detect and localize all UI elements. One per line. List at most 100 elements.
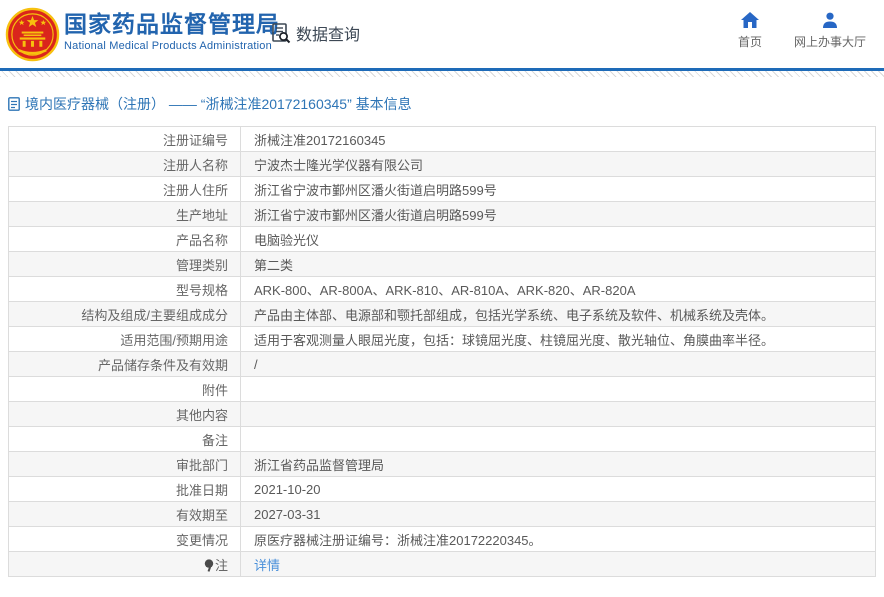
row-value-text: 浙江省宁波市鄞州区潘火街道启明路599号 [254, 207, 497, 223]
table-row: 注册证编号 浙械注准20172160345 [8, 126, 876, 152]
row-value: / [240, 351, 876, 377]
row-label: 适用范围/预期用途 [8, 326, 241, 352]
row-value-text: 电脑验光仪 [254, 232, 320, 248]
row-label: 结构及组成/主要组成成分 [8, 301, 241, 327]
row-value-text: 2027-03-31 [254, 506, 321, 522]
row-value: 原医疗器械注册证编号：浙械注准20172220345。 [240, 526, 876, 552]
row-label: 注册证编号 [8, 126, 241, 152]
row-value: 浙江省宁波市鄞州区潘火街道启明路599号 [240, 201, 876, 227]
table-row: 其他内容 [8, 401, 876, 427]
info-table: 注册证编号 浙械注准20172160345 注册人名称 宁波杰士隆光学仪器有限公司 注册… [8, 126, 876, 577]
national-emblem-logo [5, 7, 60, 62]
brand-block: 国家药品监督管理局 National Medical Products Admi… [64, 11, 280, 52]
row-value-text: / [254, 356, 258, 372]
row-label: 审批部门 [8, 451, 241, 477]
row-value-text: 第二类 [254, 257, 294, 273]
row-label: 附件 [8, 376, 241, 402]
note-pin-icon [204, 558, 214, 572]
row-label-text: 审批部门 [175, 457, 228, 473]
row-label-text: 结构及组成/主要组成成分 [81, 307, 228, 323]
row-value: 浙械注准20172160345 [240, 126, 876, 152]
row-value-text: 适用于客观测量人眼屈光度，包括：球镜屈光度、柱镜屈光度、散光轴位、角膜曲率半径。 [254, 332, 775, 348]
row-label-text: 产品名称 [175, 232, 228, 248]
row-value: 适用于客观测量人眼屈光度，包括：球镜屈光度、柱镜屈光度、散光轴位、角膜曲率半径。 [240, 326, 876, 352]
row-value-text: 宁波杰士隆光学仪器有限公司 [254, 157, 424, 173]
row-label-text: 型号规格 [175, 282, 228, 298]
table-row: 注册人名称 宁波杰士隆光学仪器有限公司 [8, 151, 876, 177]
row-label: 其他内容 [8, 401, 241, 427]
table-row: 批准日期 2021-10-20 [8, 476, 876, 502]
row-label: 注册人住所 [8, 176, 241, 202]
row-label: 备注 [8, 426, 241, 452]
row-value-text: ARK-800、AR-800A、ARK-810、AR-810A、ARK-820、… [254, 282, 636, 298]
row-label-text: 生产地址 [175, 207, 228, 223]
table-row: 产品储存条件及有效期 / [8, 351, 876, 377]
row-label: 管理类别 [8, 251, 241, 277]
row-value: 第二类 [240, 251, 876, 277]
row-value-text: 浙械注准20172160345 [254, 132, 386, 148]
table-row: 注 详情 [8, 551, 876, 577]
row-label-text: 管理类别 [175, 257, 228, 273]
row-label: 变更情况 [8, 526, 241, 552]
row-value-text: 浙江省药品监督管理局 [254, 457, 385, 473]
row-label-text: 变更情况 [175, 532, 228, 548]
document-icon [8, 97, 20, 111]
user-icon [822, 12, 837, 28]
row-value-text: 2021-10-20 [254, 481, 321, 497]
row-label-text: 注册人名称 [162, 157, 228, 173]
row-label: 注册人名称 [8, 151, 241, 177]
table-row: 结构及组成/主要组成成分 产品由主体部、电源部和颚托部组成，包括光学系统、电子系统… [8, 301, 876, 327]
row-value: 产品由主体部、电源部和颚托部组成，包括光学系统、电子系统及软件、机械系统及壳体。 [240, 301, 876, 327]
row-value: ARK-800、AR-800A、ARK-810、AR-810A、ARK-820、… [240, 276, 876, 302]
data-query-label: 数据查询 [296, 27, 361, 44]
table-row: 适用范围/预期用途 适用于客观测量人眼屈光度，包括：球镜屈光度、柱镜屈光度、散光轴… [8, 326, 876, 352]
row-label-text: 注册证编号 [162, 132, 228, 148]
row-label-text: 有效期至 [175, 507, 228, 523]
detail-link[interactable]: 详情 [254, 558, 280, 573]
row-label: 型号规格 [8, 276, 241, 302]
row-value-text: 原医疗器械注册证编号：浙械注准20172220345。 [254, 532, 542, 548]
row-label: 生产地址 [8, 201, 241, 227]
row-label: 批准日期 [8, 476, 241, 502]
site-subtitle: National Medical Products Administration [64, 40, 272, 52]
row-label-text: 批准日期 [175, 482, 228, 498]
row-label: 产品名称 [8, 226, 241, 252]
row-value-text: 浙江省宁波市鄞州区潘火街道启明路599号 [254, 182, 497, 198]
row-label-text: 其他内容 [175, 407, 228, 423]
row-value: 宁波杰士隆光学仪器有限公司 [240, 151, 876, 177]
site-title: 国家药品监督管理局 [64, 11, 280, 37]
row-label-text: 注册人住所 [162, 182, 228, 198]
nav-service-hall[interactable]: 网上办事大厅 [794, 12, 866, 50]
row-label: 产品储存条件及有效期 [8, 351, 241, 377]
row-value: 电脑验光仪 [240, 226, 876, 252]
table-row: 审批部门 浙江省药品监督管理局 [8, 451, 876, 477]
row-label-text: 备注 [201, 432, 228, 448]
row-value [240, 401, 876, 427]
row-value: 详情 [240, 551, 876, 577]
table-row: 变更情况 原医疗器械注册证编号：浙械注准20172220345。 [8, 526, 876, 552]
table-row: 有效期至 2027-03-31 [8, 501, 876, 527]
row-label-text: 适用范围/预期用途 [120, 332, 228, 348]
table-row: 备注 [8, 426, 876, 452]
page-title: 境内医疗器械（注册） —— “浙械注准20172160345” 基本信息 [8, 94, 884, 114]
table-row: 生产地址 浙江省宁波市鄞州区潘火街道启明路599号 [8, 201, 876, 227]
table-row: 附件 [8, 376, 876, 402]
row-label-text: 产品储存条件及有效期 [97, 357, 228, 373]
nav-home[interactable]: 首页 [738, 12, 762, 50]
data-query-icon [272, 23, 291, 44]
table-row: 注册人住所 浙江省宁波市鄞州区潘火街道启明路599号 [8, 176, 876, 202]
row-label-text: 注 [214, 557, 228, 573]
row-value [240, 426, 876, 452]
nav-data-query[interactable]: 数据查询 [270, 21, 360, 45]
table-row: 管理类别 第二类 [8, 251, 876, 277]
row-label: 注 [8, 551, 241, 577]
row-value: 浙江省宁波市鄞州区潘火街道启明路599号 [240, 176, 876, 202]
row-value: 2021-10-20 [240, 476, 876, 502]
header-divider-hatch [0, 71, 884, 77]
page-title-text: 境内医疗器械（注册） —— “浙械注准20172160345” 基本信息 [25, 96, 412, 112]
home-icon [740, 12, 759, 28]
row-value [240, 376, 876, 402]
header-nav: 首页 网上办事大厅 [738, 12, 866, 50]
row-value: 浙江省药品监督管理局 [240, 451, 876, 477]
row-value: 2027-03-31 [240, 501, 876, 527]
